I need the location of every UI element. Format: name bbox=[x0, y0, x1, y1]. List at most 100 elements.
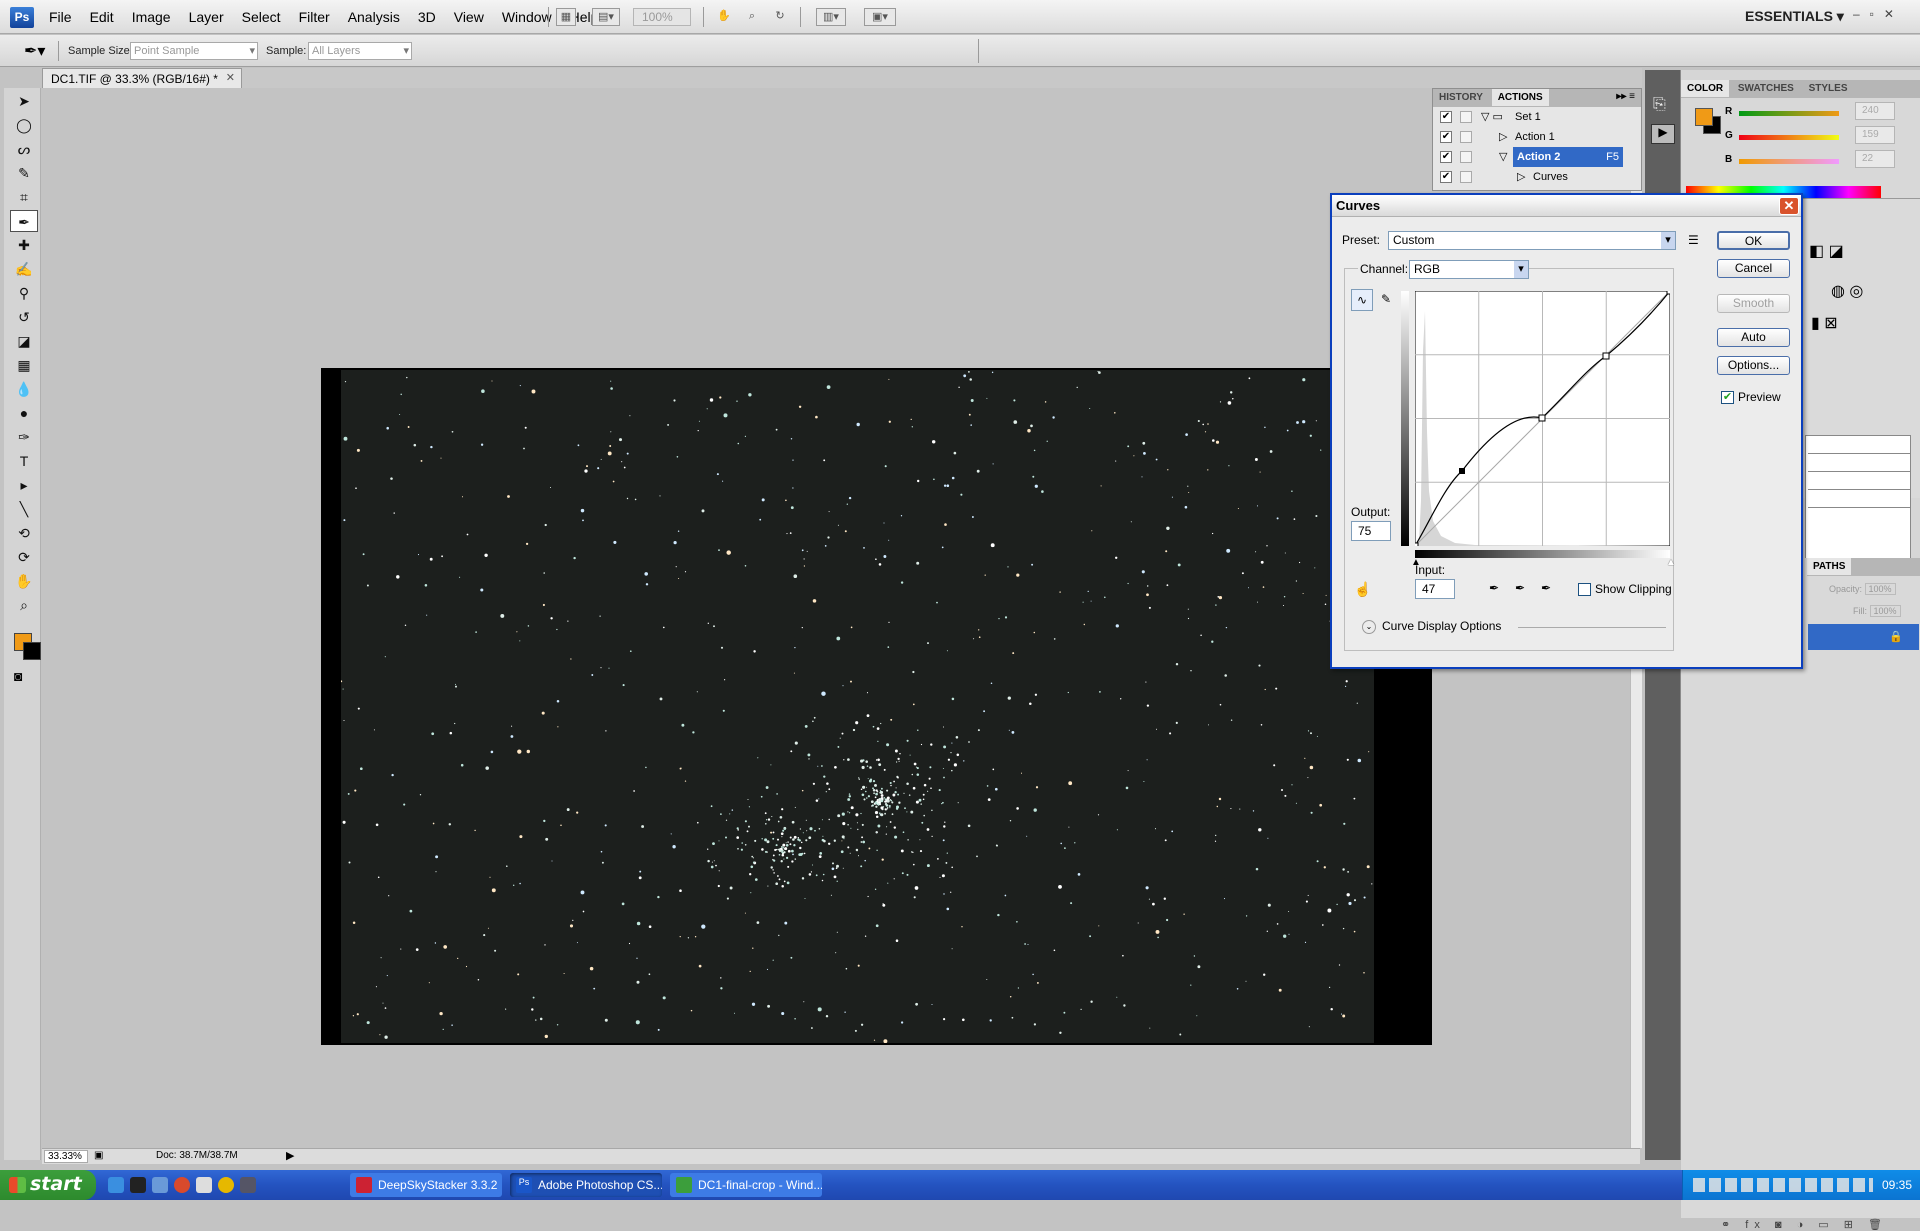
menu-filter[interactable]: Filter bbox=[290, 9, 339, 25]
foreground-color-swatch[interactable] bbox=[1695, 108, 1713, 126]
document-image[interactable] bbox=[321, 368, 1432, 1045]
white-point-slider[interactable]: ▲ bbox=[1666, 557, 1676, 568]
menu-view[interactable]: View bbox=[445, 9, 493, 25]
view-extras-icon[interactable]: ▤▾ bbox=[592, 8, 620, 26]
fill-control[interactable]: Fill: 100% bbox=[1853, 605, 1901, 617]
hand-tool-icon[interactable]: ✋ bbox=[10, 570, 38, 592]
blue-slider-track[interactable] bbox=[1739, 159, 1839, 164]
checkmark-icon[interactable]: ✔ bbox=[1440, 131, 1452, 143]
dialog-toggle[interactable] bbox=[1460, 111, 1472, 123]
app-icon[interactable] bbox=[196, 1177, 212, 1193]
expand-triangle-icon[interactable]: ▷ bbox=[1517, 167, 1525, 187]
line-tool-icon[interactable]: ╲ bbox=[10, 498, 38, 520]
menu-edit[interactable]: Edit bbox=[81, 9, 123, 25]
curve-graph[interactable] bbox=[1412, 288, 1673, 549]
output-value-input[interactable]: 75 bbox=[1351, 521, 1391, 541]
options-button[interactable]: Options... bbox=[1717, 356, 1790, 375]
channel-select[interactable]: RGB bbox=[1409, 260, 1529, 279]
tab-color[interactable]: COLOR bbox=[1681, 80, 1730, 97]
healing-brush-tool-icon[interactable]: ✚ bbox=[10, 234, 38, 256]
cancel-button[interactable]: Cancel bbox=[1717, 259, 1790, 278]
messenger-icon[interactable] bbox=[152, 1177, 168, 1193]
ie-icon[interactable] bbox=[108, 1177, 124, 1193]
firefox-icon[interactable] bbox=[174, 1177, 190, 1193]
close-icon[interactable]: ✕ bbox=[226, 71, 235, 84]
tab-actions[interactable]: ACTIONS bbox=[1491, 89, 1549, 106]
crop-tool-icon[interactable]: ⌗ bbox=[10, 186, 38, 208]
dialog-toggle[interactable] bbox=[1460, 131, 1472, 143]
expand-triangle-icon[interactable]: ▷ bbox=[1499, 127, 1507, 147]
dialog-toggle[interactable] bbox=[1460, 171, 1472, 183]
preset-select[interactable]: Custom bbox=[1388, 231, 1676, 250]
pencil-mode-icon[interactable]: ✎ bbox=[1375, 289, 1397, 311]
zoom-level-select[interactable]: 100% bbox=[633, 8, 691, 26]
white-eyedropper-icon[interactable]: ✒ bbox=[1537, 581, 1555, 599]
expand-options-icon[interactable]: ⌄ bbox=[1362, 620, 1376, 634]
blur-tool-icon[interactable]: 💧 bbox=[10, 378, 38, 400]
window-controls[interactable]: –▫✕ bbox=[1853, 7, 1904, 21]
action-row[interactable]: ✔ ▷ Action 1 bbox=[1433, 127, 1641, 147]
screen-mode-icon[interactable]: ▣▾ bbox=[864, 8, 896, 26]
clone-stamp-tool-icon[interactable]: ⚲ bbox=[10, 282, 38, 304]
curve-graph-svg[interactable] bbox=[1412, 288, 1673, 549]
sample-select[interactable]: All Layers bbox=[308, 42, 412, 60]
tab-styles[interactable]: STYLES bbox=[1803, 80, 1854, 97]
menu-image[interactable]: Image bbox=[123, 9, 180, 25]
quick-mask-icon[interactable]: ◙ bbox=[14, 668, 22, 684]
workspace-switcher[interactable]: ESSENTIALS ▾ bbox=[1745, 8, 1844, 25]
panel-menu-icon[interactable]: ▸▸ ≡ bbox=[1616, 91, 1635, 102]
bridge-icon[interactable]: ▦ bbox=[556, 8, 576, 26]
chrome-icon[interactable] bbox=[218, 1177, 234, 1193]
gradient-tool-icon[interactable]: ▦ bbox=[10, 354, 38, 376]
adjustment-icon[interactable]: ▮ ⊠ bbox=[1811, 313, 1838, 333]
eyedropper-tool-icon[interactable]: ✒ bbox=[10, 210, 38, 232]
brush-tool-icon[interactable]: ✍ bbox=[10, 258, 38, 280]
layer-actions-icons[interactable]: ⚭ fx ◙ ◑ ▭ ⊞ 🗑 bbox=[1721, 1218, 1888, 1231]
checkmark-icon[interactable]: ✔ bbox=[1440, 171, 1452, 183]
status-zoom-field[interactable]: 33.33% bbox=[44, 1150, 88, 1163]
arrange-documents-icon[interactable]: ▥▾ bbox=[816, 8, 846, 26]
path-selection-tool-icon[interactable]: ▸ bbox=[10, 474, 38, 496]
curve-point-mode-icon[interactable]: ∿ bbox=[1351, 289, 1373, 311]
opacity-control[interactable]: Opacity: 100% bbox=[1829, 583, 1896, 595]
checkmark-icon[interactable]: ✔ bbox=[1440, 111, 1452, 123]
menu-3d[interactable]: 3D bbox=[409, 9, 445, 25]
red-slider[interactable]: R 240 bbox=[1725, 102, 1915, 120]
sample-size-select[interactable]: Point Sample bbox=[130, 42, 258, 60]
tray-icons[interactable] bbox=[1693, 1178, 1873, 1192]
show-clipping-checkbox[interactable] bbox=[1578, 583, 1591, 596]
task-photoshop[interactable]: Ps Adobe Photoshop CS... bbox=[510, 1173, 662, 1197]
type-tool-icon[interactable]: T bbox=[10, 450, 38, 472]
action-set-row[interactable]: ✔ ▽ ▭ Set 1 bbox=[1433, 107, 1641, 127]
adjustment-icon[interactable]: ◍ ◎ bbox=[1831, 281, 1863, 301]
menu-analysis[interactable]: Analysis bbox=[339, 9, 409, 25]
start-button[interactable]: start bbox=[0, 1170, 96, 1200]
checkmark-icon[interactable]: ✔ bbox=[1440, 151, 1452, 163]
preview-checkbox[interactable]: ✔ bbox=[1721, 391, 1734, 404]
marquee-tool-icon[interactable]: ◯ bbox=[10, 114, 38, 136]
background-color-swatch[interactable] bbox=[23, 642, 41, 660]
input-value-input[interactable]: 47 bbox=[1415, 579, 1455, 599]
red-value[interactable]: 240 bbox=[1855, 102, 1895, 120]
dialog-toggle[interactable] bbox=[1460, 151, 1472, 163]
collapse-triangle-icon[interactable]: ▽ bbox=[1499, 147, 1507, 167]
menu-file[interactable]: File bbox=[40, 9, 81, 25]
eyedropper-preset-icon[interactable]: ✒▾ bbox=[24, 41, 45, 61]
black-eyedropper-icon[interactable]: ✒ bbox=[1485, 581, 1503, 599]
status-menu-icon[interactable]: ▣ bbox=[94, 1150, 103, 1161]
action-step-row[interactable]: ✔ ▷ Curves bbox=[1433, 167, 1641, 187]
3d-rotate-tool-icon[interactable]: ⟲ bbox=[10, 522, 38, 544]
green-slider[interactable]: G 159 bbox=[1725, 126, 1915, 144]
ok-button[interactable]: OK bbox=[1717, 231, 1790, 250]
menu-layer[interactable]: Layer bbox=[180, 9, 233, 25]
task-windows-viewer[interactable]: DC1-final-crop - Wind... bbox=[670, 1173, 822, 1197]
status-arrow-icon[interactable]: ▶ bbox=[286, 1149, 294, 1162]
selected-layer-row[interactable]: 🔒 bbox=[1808, 624, 1919, 650]
curve-display-options-label[interactable]: Curve Display Options bbox=[1382, 619, 1501, 633]
tool-icon[interactable] bbox=[240, 1177, 256, 1193]
menu-select[interactable]: Select bbox=[233, 9, 290, 25]
quick-selection-tool-icon[interactable]: ✎ bbox=[10, 162, 38, 184]
task-deepskystacker[interactable]: DeepSkyStacker 3.3.2 bbox=[350, 1173, 502, 1197]
history-panel-icon[interactable]: ⎘ bbox=[1653, 96, 1666, 114]
preset-options-icon[interactable]: ☰ bbox=[1688, 233, 1699, 247]
